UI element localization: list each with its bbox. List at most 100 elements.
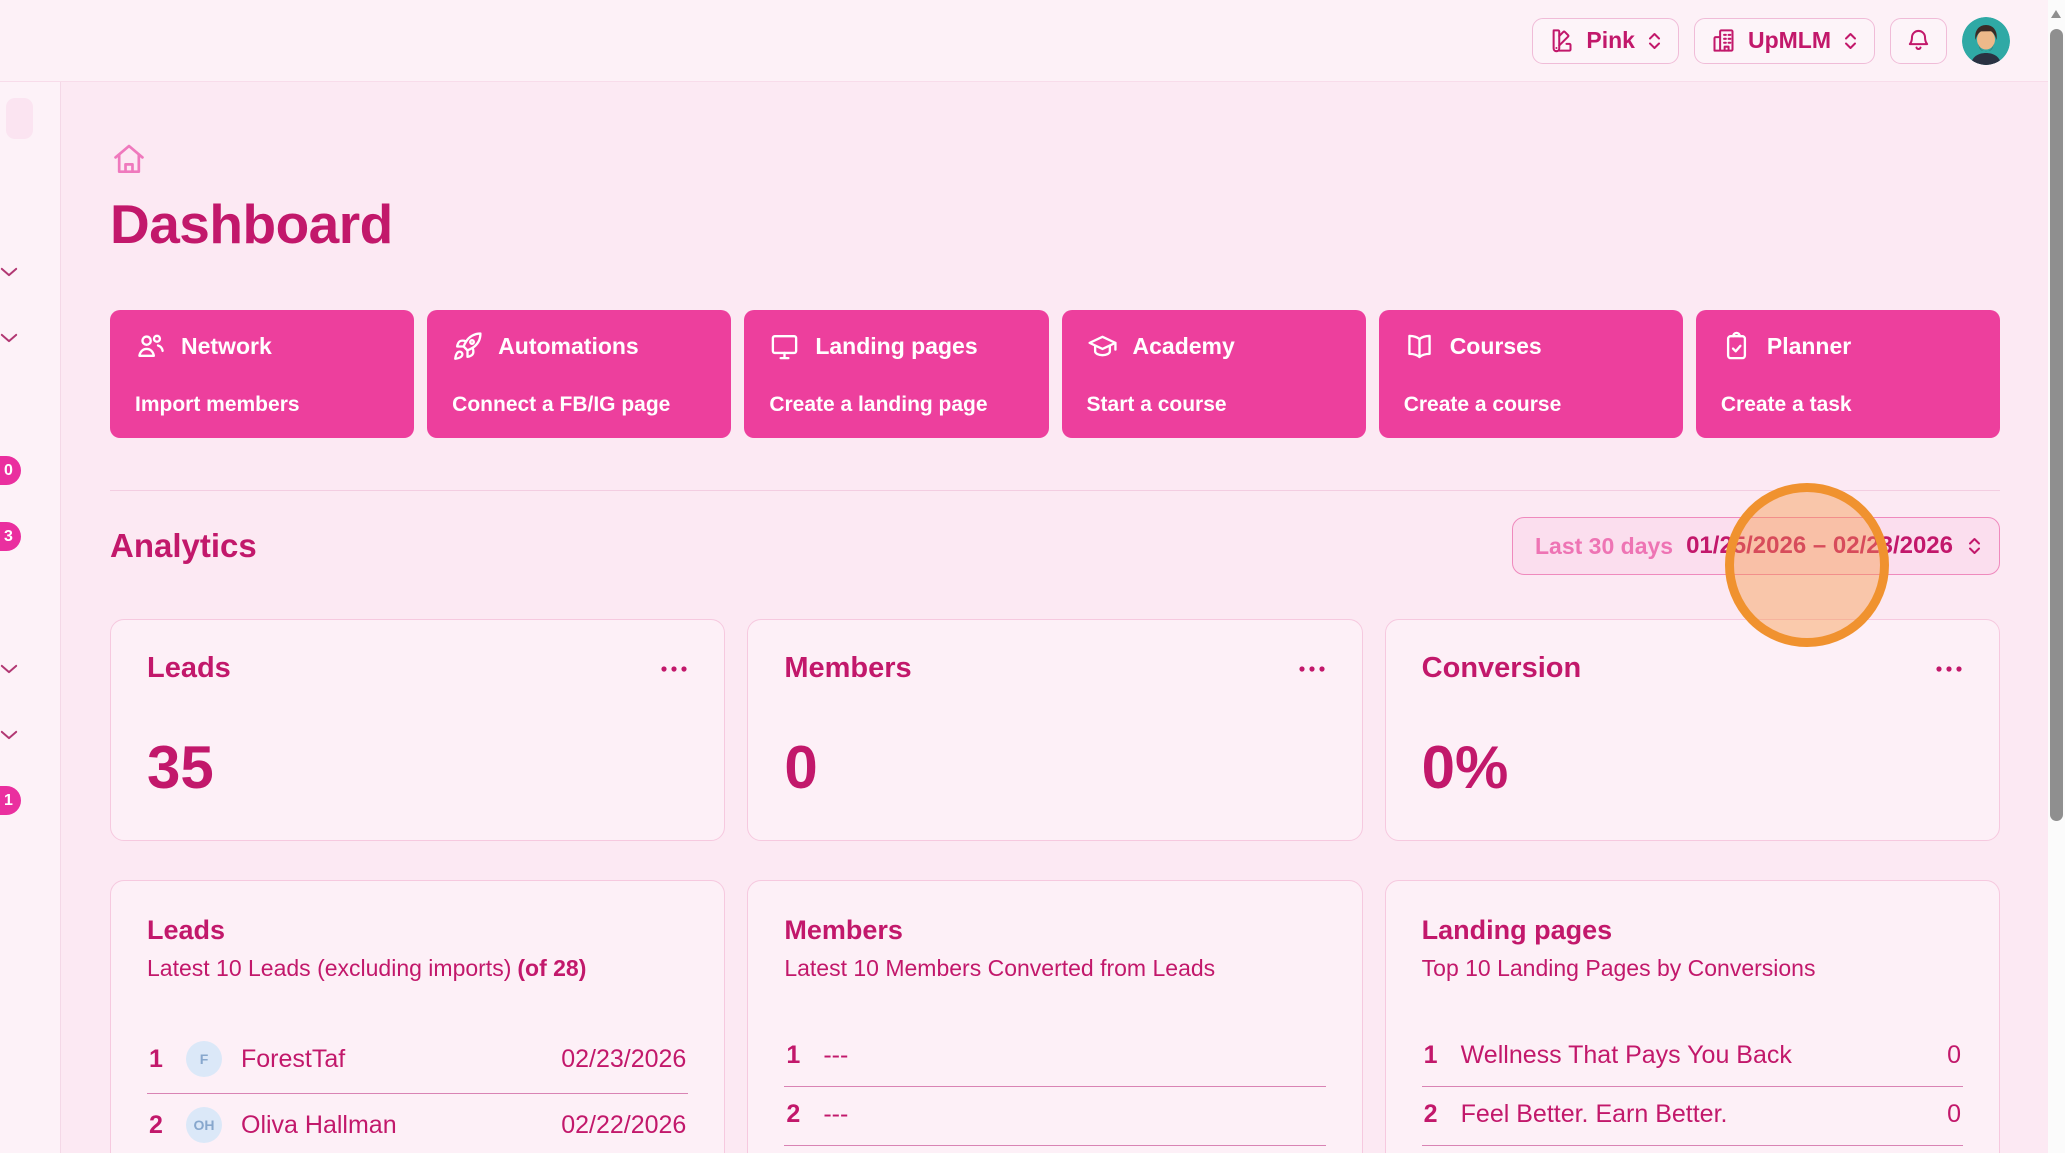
lead-name: Oliva Hallman bbox=[241, 1111, 542, 1140]
chevron-up-down-icon bbox=[1646, 29, 1663, 53]
stat-value: 35 bbox=[147, 738, 688, 798]
theme-selector[interactable]: Pink bbox=[1532, 18, 1679, 64]
analytics-header: Analytics Last 30 days 01/25/2026 – 02/2… bbox=[110, 517, 2000, 575]
quick-action-title: Planner bbox=[1767, 333, 1851, 360]
row-rank: 2 bbox=[1424, 1100, 1442, 1129]
list-item[interactable]: 2 OH Oliva Hallman 02/22/2026 bbox=[147, 1094, 688, 1153]
list-title: Members bbox=[784, 915, 1325, 946]
date-preset-label: Last 30 days bbox=[1535, 533, 1673, 560]
list-item[interactable]: 2 Feel Better. Earn Better. 0 bbox=[1422, 1087, 1963, 1146]
quick-action-subtitle: Create a task bbox=[1721, 393, 1975, 417]
quick-action-subtitle: Create a landing page bbox=[769, 393, 1023, 417]
quick-action-academy[interactable]: Academy Start a course bbox=[1062, 310, 1366, 438]
stat-title: Members bbox=[784, 652, 911, 685]
quick-action-title: Network bbox=[181, 333, 272, 360]
list-cards-row: Leads Latest 10 Leads (excluding imports… bbox=[110, 880, 2000, 1153]
lead-date: 02/23/2026 bbox=[561, 1045, 686, 1074]
analytics-heading: Analytics bbox=[110, 527, 257, 565]
rocket-icon bbox=[452, 331, 483, 362]
sidebar-count-badge: 1 bbox=[0, 786, 21, 815]
scroll-up-arrow-icon[interactable] bbox=[2051, 10, 2061, 18]
stat-title: Conversion bbox=[1422, 652, 1582, 685]
chevron-down-icon[interactable] bbox=[0, 266, 18, 278]
list-subtitle-text: Latest 10 Members Converted from Leads bbox=[784, 955, 1215, 981]
ellipsis-menu-icon[interactable] bbox=[1298, 665, 1326, 673]
quick-action-automations[interactable]: Automations Connect a FB/IG page bbox=[427, 310, 731, 438]
list-card-leads: Leads Latest 10 Leads (excluding imports… bbox=[110, 880, 725, 1153]
home-icon[interactable] bbox=[110, 140, 148, 178]
section-divider bbox=[110, 490, 2000, 491]
quick-actions-row: Network Import members Automations Conne… bbox=[110, 310, 2000, 438]
clipboard-check-icon bbox=[1721, 331, 1752, 362]
swatchbook-icon bbox=[1548, 27, 1575, 54]
list-item[interactable]: 1 Wellness That Pays You Back 0 bbox=[1422, 1028, 1963, 1087]
list-item[interactable]: 2 --- bbox=[784, 1087, 1325, 1146]
stat-card-conversion: Conversion 0% bbox=[1385, 619, 2000, 841]
list-subtitle: Top 10 Landing Pages by Conversions bbox=[1422, 955, 1963, 982]
page-title: Dashboard bbox=[110, 192, 2000, 256]
scrollbar-thumb[interactable] bbox=[2050, 29, 2063, 821]
list-card-landing-pages: Landing pages Top 10 Landing Pages by Co… bbox=[1385, 880, 2000, 1153]
list-subtitle: Latest 10 Leads (excluding imports)(of 2… bbox=[147, 955, 688, 982]
landing-page-conversions: 0 bbox=[1947, 1100, 1961, 1129]
quick-action-network[interactable]: Network Import members bbox=[110, 310, 414, 438]
quick-action-title: Academy bbox=[1133, 333, 1235, 360]
quick-action-courses[interactable]: Courses Create a course bbox=[1379, 310, 1683, 438]
quick-action-title: Landing pages bbox=[815, 333, 977, 360]
date-range-value: 01/25/2026 – 02/23/2026 bbox=[1686, 532, 1953, 560]
stat-card-leads: Leads 35 bbox=[110, 619, 725, 841]
quick-action-subtitle: Create a course bbox=[1404, 393, 1658, 417]
monitor-icon bbox=[769, 331, 800, 362]
landing-page-name: Wellness That Pays You Back bbox=[1461, 1041, 1928, 1070]
main-content: Dashboard Network Import members bbox=[61, 82, 2048, 1153]
sidebar-count-badge: 0 bbox=[0, 456, 21, 485]
vertical-scrollbar[interactable] bbox=[2048, 0, 2065, 1153]
lead-avatar: OH bbox=[186, 1107, 222, 1143]
row-rank: 2 bbox=[786, 1100, 804, 1129]
list-title: Leads bbox=[147, 915, 688, 946]
member-name: --- bbox=[823, 1100, 1304, 1129]
row-rank: 1 bbox=[149, 1045, 167, 1074]
list-title: Landing pages bbox=[1422, 915, 1963, 946]
chevron-up-down-icon bbox=[1966, 534, 1983, 558]
stat-value: 0 bbox=[784, 738, 1325, 798]
avatar-illustration bbox=[1962, 17, 2010, 65]
chevron-down-icon[interactable] bbox=[0, 332, 18, 344]
sidebar: 0 3 1 bbox=[0, 82, 61, 1153]
workspace-selector-label: UpMLM bbox=[1748, 27, 1831, 54]
graduation-cap-icon bbox=[1087, 331, 1118, 362]
landing-page-conversions: 0 bbox=[1947, 1041, 1961, 1070]
quick-action-subtitle: Start a course bbox=[1087, 393, 1341, 417]
list-card-members: Members Latest 10 Members Converted from… bbox=[747, 880, 1362, 1153]
list-subtitle-count: (of 28) bbox=[517, 955, 586, 981]
list-subtitle-text: Latest 10 Leads (excluding imports) bbox=[147, 955, 511, 981]
row-rank: 1 bbox=[786, 1041, 804, 1070]
stat-value: 0% bbox=[1422, 738, 1963, 798]
landing-page-name: Feel Better. Earn Better. bbox=[1461, 1100, 1928, 1129]
user-avatar[interactable] bbox=[1962, 17, 2010, 65]
quick-action-landing-pages[interactable]: Landing pages Create a landing page bbox=[744, 310, 1048, 438]
list-item[interactable]: 1 F ForestTaf 02/23/2026 bbox=[147, 1028, 688, 1094]
sidebar-active-item[interactable] bbox=[6, 98, 33, 139]
building-icon bbox=[1710, 27, 1737, 54]
badge-count: 3 bbox=[4, 528, 13, 546]
date-range-selector[interactable]: Last 30 days 01/25/2026 – 02/23/2026 bbox=[1512, 517, 2000, 575]
list-subtitle-text: Top 10 Landing Pages by Conversions bbox=[1422, 955, 1816, 981]
ellipsis-menu-icon[interactable] bbox=[660, 665, 688, 673]
quick-action-title: Courses bbox=[1450, 333, 1542, 360]
bell-icon bbox=[1905, 27, 1932, 54]
open-book-icon bbox=[1404, 331, 1435, 362]
quick-action-planner[interactable]: Planner Create a task bbox=[1696, 310, 2000, 438]
notifications-button[interactable] bbox=[1890, 18, 1947, 64]
workspace-selector[interactable]: UpMLM bbox=[1694, 18, 1875, 64]
top-bar: Pink UpMLM bbox=[0, 0, 2048, 82]
leads-list: 1 F ForestTaf 02/23/2026 2 OH Oliva Hall… bbox=[147, 1028, 688, 1153]
members-list: 1 --- 2 --- bbox=[784, 1028, 1325, 1146]
list-item[interactable]: 1 --- bbox=[784, 1028, 1325, 1087]
chevron-down-icon[interactable] bbox=[0, 729, 18, 741]
chevron-down-icon[interactable] bbox=[0, 663, 18, 675]
badge-count: 0 bbox=[4, 462, 13, 480]
lead-name: ForestTaf bbox=[241, 1045, 542, 1074]
stat-title: Leads bbox=[147, 652, 231, 685]
ellipsis-menu-icon[interactable] bbox=[1935, 665, 1963, 673]
